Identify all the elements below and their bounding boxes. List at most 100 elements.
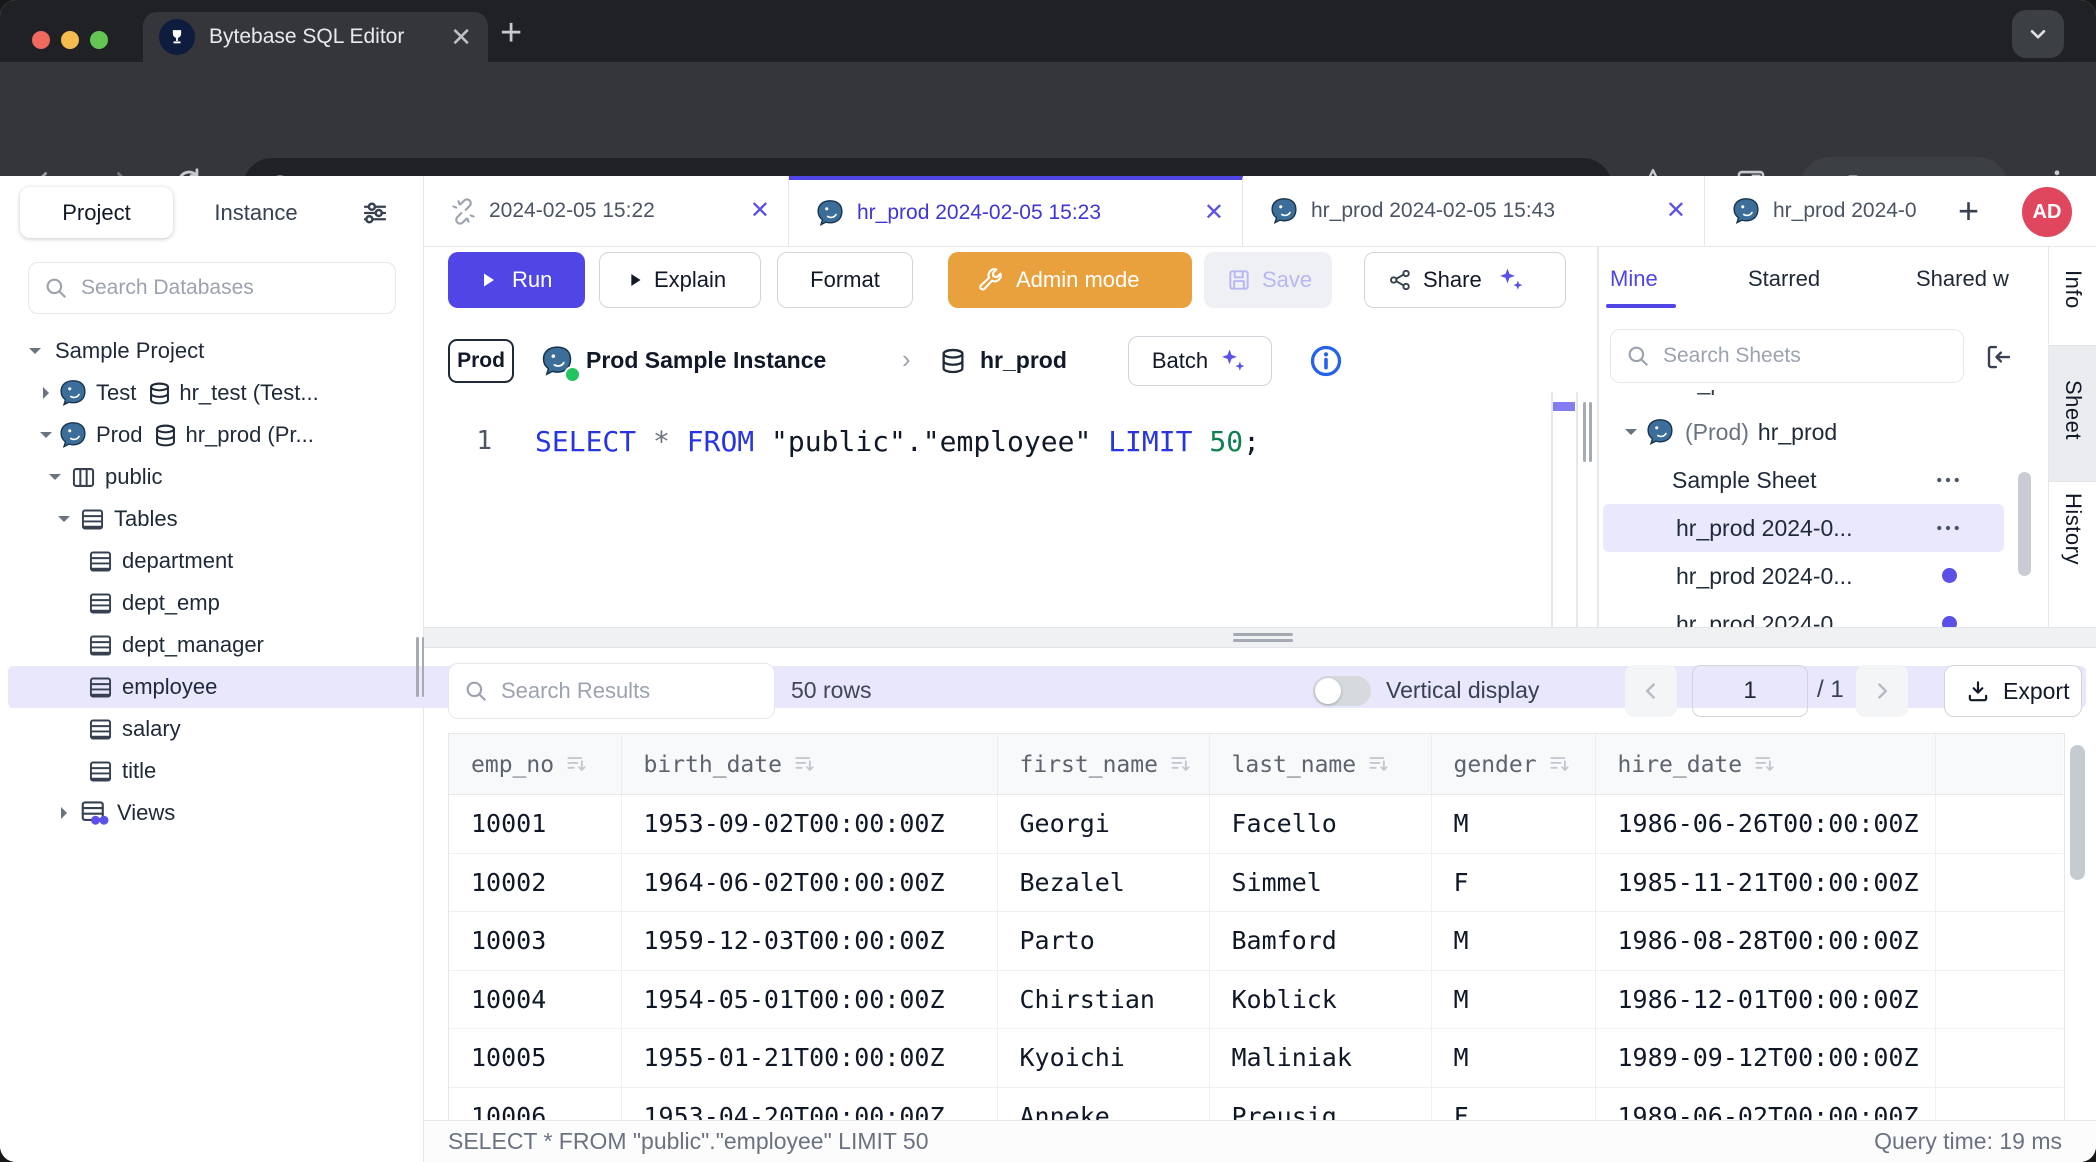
tab-instance[interactable]: Instance	[186, 187, 326, 238]
export-button[interactable]: Export	[1944, 665, 2082, 717]
sheet-search[interactable]	[1610, 329, 1964, 383]
sheet-item[interactable]: hr_prod 2024-0...	[1599, 600, 2048, 627]
cell[interactable]: 1959-12-03T00:00:00Z	[621, 912, 997, 971]
tab-starred[interactable]: Starred	[1748, 258, 1820, 300]
database-name[interactable]: hr_prod	[980, 347, 1067, 374]
column-header-first-name[interactable]: first_name	[997, 734, 1209, 795]
sort-icon[interactable]	[1366, 751, 1392, 777]
ai-sparkles-icon[interactable]	[1496, 265, 1526, 295]
results-search-input[interactable]	[501, 678, 760, 704]
maximize-window-button[interactable]	[90, 31, 108, 49]
cell[interactable]: Facello	[1209, 795, 1431, 854]
minimize-window-button[interactable]	[61, 31, 79, 49]
sort-icon[interactable]	[1752, 751, 1778, 777]
sort-icon[interactable]	[1547, 751, 1573, 777]
sql-code-line[interactable]: SELECT * FROM "public"."employee" LIMIT …	[535, 425, 1260, 458]
sheet-tab-unsaved[interactable]: 2024-02-05 15:22 ✕	[424, 176, 789, 246]
editor-scrollbar-thumb[interactable]	[1553, 402, 1575, 411]
table-scrollbar[interactable]	[2070, 745, 2085, 880]
info-icon[interactable]	[1308, 343, 1344, 379]
cell[interactable]: Koblick	[1209, 970, 1431, 1029]
cell[interactable]: 1985-11-21T00:00:00Z	[1595, 853, 1935, 912]
caret-down-icon[interactable]	[23, 339, 47, 363]
tab-shared[interactable]: Shared w	[1916, 258, 2009, 300]
cell[interactable]: Simmel	[1209, 853, 1431, 912]
column-header-birth-date[interactable]: birth_date	[621, 734, 997, 795]
cell[interactable]: 1953-04-20T00:00:00Z	[621, 1087, 997, 1120]
cell[interactable]: 1954-05-01T00:00:00Z	[621, 970, 997, 1029]
sheet-item-selected[interactable]: hr_prod 2024-0...	[1599, 504, 2048, 552]
close-tab-icon[interactable]: ✕	[1650, 199, 1686, 223]
new-tab-button[interactable]: +	[500, 14, 522, 52]
cell[interactable]: 10006	[449, 1087, 621, 1120]
column-header-gender[interactable]: gender	[1431, 734, 1595, 795]
rail-tab-sheet[interactable]: Sheet	[2060, 380, 2086, 440]
cell[interactable]: M	[1431, 912, 1595, 971]
close-window-button[interactable]	[32, 31, 50, 49]
sql-editor[interactable]: 1 SELECT * FROM "public"."employee" LIMI…	[448, 421, 1260, 461]
cell[interactable]: 10003	[449, 912, 621, 971]
sheet-tab[interactable]: hr_prod 2024-02-05 15:43 ✕	[1243, 176, 1705, 246]
sheet-tab[interactable]: hr_prod 2024-0	[1705, 176, 1962, 246]
cell[interactable]: Maliniak	[1209, 1029, 1431, 1088]
cell[interactable]: M	[1431, 1029, 1595, 1088]
batch-button[interactable]: Batch	[1128, 336, 1272, 386]
tab-mine[interactable]: Mine	[1610, 258, 1658, 300]
rail-tab-history[interactable]: History	[2060, 493, 2086, 565]
panel-resize-handle[interactable]	[1583, 402, 1586, 462]
cell[interactable]: 1986-12-01T00:00:00Z	[1595, 970, 1935, 1029]
cell[interactable]: F	[1431, 853, 1595, 912]
sheet-item-clipped[interactable]: hr_prod 2024-0...	[1599, 390, 2048, 406]
vertical-display-toggle[interactable]	[1313, 676, 1371, 706]
column-header-hire-date[interactable]: hire_date	[1595, 734, 1935, 795]
cell[interactable]: 1989-06-02T00:00:00Z	[1595, 1087, 1935, 1120]
column-header-emp-no[interactable]: emp_no	[449, 734, 621, 795]
cell[interactable]: Preusig	[1209, 1087, 1431, 1120]
caret-down-icon[interactable]	[43, 465, 67, 489]
cell[interactable]: Parto	[997, 912, 1209, 971]
sidebar-settings-icon[interactable]	[360, 198, 390, 228]
cell[interactable]: Chirstian	[997, 970, 1209, 1029]
database-search[interactable]	[28, 262, 396, 314]
cell[interactable]: Bamford	[1209, 912, 1431, 971]
cell[interactable]: 10002	[449, 853, 621, 912]
close-tab-icon[interactable]: ✕	[450, 24, 472, 50]
admin-mode-button[interactable]: Admin mode	[948, 252, 1192, 308]
cell[interactable]: 10001	[449, 795, 621, 854]
cell[interactable]: 1989-09-12T00:00:00Z	[1595, 1029, 1935, 1088]
tab-project[interactable]: Project	[20, 187, 173, 238]
cell[interactable]: M	[1431, 970, 1595, 1029]
cell[interactable]: F	[1431, 1087, 1595, 1120]
tab-search-button[interactable]	[2012, 10, 2064, 58]
close-tab-icon[interactable]: ✕	[1188, 201, 1224, 225]
share-button[interactable]: Share	[1364, 252, 1566, 308]
cell[interactable]: 1953-09-02T00:00:00Z	[621, 795, 997, 854]
caret-down-icon[interactable]	[1619, 420, 1643, 444]
format-button[interactable]: Format	[777, 252, 913, 308]
sheet-item[interactable]: hr_prod 2024-0...	[1599, 552, 2048, 600]
cell[interactable]: 1964-06-02T00:00:00Z	[621, 853, 997, 912]
caret-right-icon[interactable]	[34, 381, 58, 405]
rail-tab-info[interactable]: Info	[2060, 270, 2086, 309]
sidebar-resize-handle[interactable]	[416, 637, 419, 697]
results-splitter[interactable]	[424, 627, 2096, 648]
sheet-tab-active[interactable]: hr_prod 2024-02-05 15:23 ✕	[789, 176, 1243, 246]
cell[interactable]: Kyoichi	[997, 1029, 1209, 1088]
cell[interactable]: 10005	[449, 1029, 621, 1088]
cell[interactable]: 1986-06-26T00:00:00Z	[1595, 795, 1935, 854]
caret-right-icon[interactable]	[52, 801, 76, 825]
results-search[interactable]	[448, 663, 775, 719]
more-options-icon[interactable]	[1933, 465, 1963, 495]
cell[interactable]: M	[1431, 795, 1595, 854]
more-options-icon[interactable]	[1933, 513, 1963, 543]
next-page-button[interactable]	[1856, 665, 1908, 717]
cell[interactable]: Bezalel	[997, 853, 1209, 912]
database-search-input[interactable]	[81, 276, 381, 300]
sheet-list-scrollbar[interactable]	[2018, 472, 2031, 576]
save-button[interactable]: Save	[1204, 252, 1332, 308]
caret-down-icon[interactable]	[34, 423, 58, 447]
column-header-last-name[interactable]: last_name	[1209, 734, 1431, 795]
instance-name[interactable]: Prod Sample Instance	[586, 347, 826, 374]
sort-icon[interactable]	[792, 751, 818, 777]
page-input-box[interactable]	[1692, 665, 1808, 717]
